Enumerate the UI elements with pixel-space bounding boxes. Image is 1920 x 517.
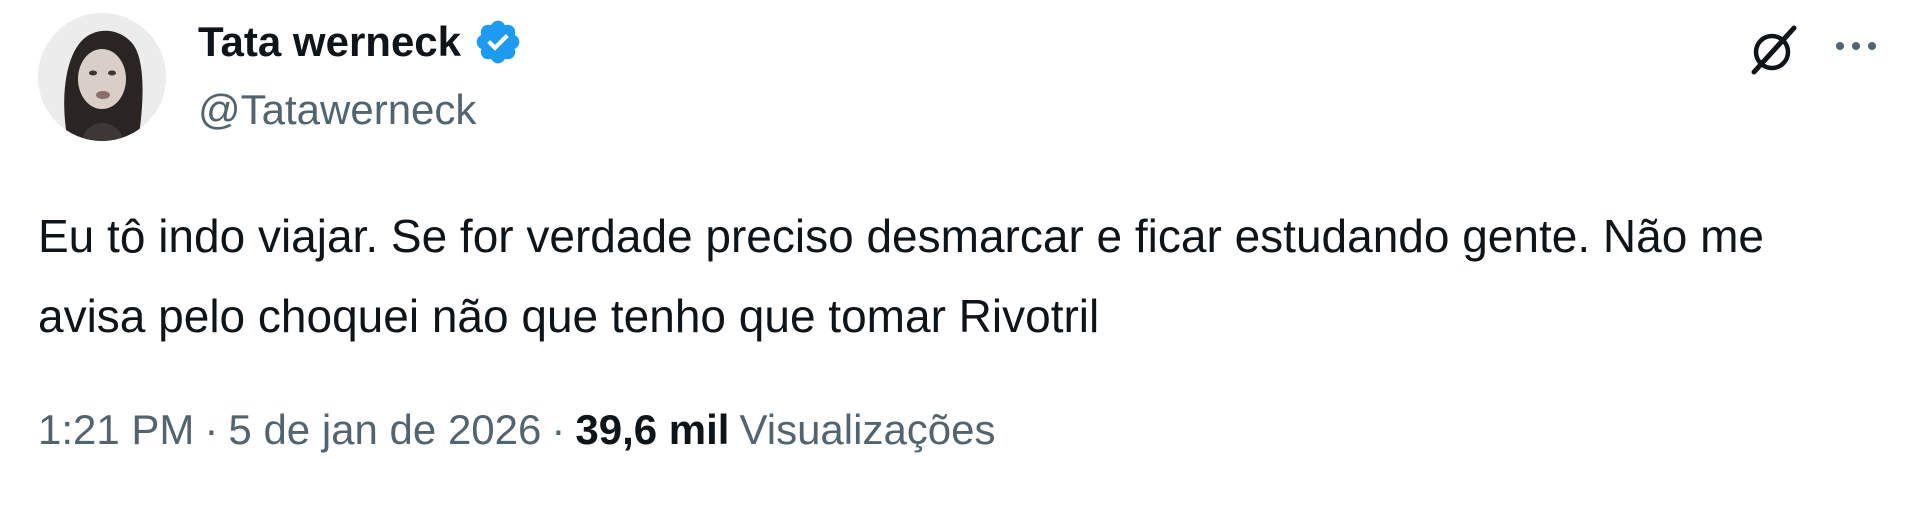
tweet-text: Eu tô indo viajar. Se for verdade precis… xyxy=(38,210,1764,342)
views-count[interactable]: 39,6 mil xyxy=(575,406,729,453)
display-name[interactable]: Tata werneck xyxy=(198,16,461,68)
separator-dot: · xyxy=(551,406,566,453)
separator-dot: · xyxy=(204,406,219,453)
avatar[interactable] xyxy=(38,13,166,141)
views-label: Visualizações xyxy=(739,406,996,453)
display-name-row[interactable]: Tata werneck xyxy=(198,16,523,68)
grok-icon[interactable] xyxy=(1744,20,1804,80)
tweet-card: Tata werneck @Tatawerneck Eu tô indo via… xyxy=(0,0,1920,517)
more-options-icon[interactable] xyxy=(1828,26,1884,66)
tweet-date[interactable]: 5 de jan de 2026 xyxy=(228,406,541,453)
tweet-meta: 1:21 PM · 5 de jan de 2026 · 39,6 mil Visuali… xyxy=(38,402,996,458)
profile-photo-icon xyxy=(38,13,166,141)
verified-badge-icon xyxy=(476,20,520,64)
tweet-time[interactable]: 1:21 PM xyxy=(38,406,194,453)
user-handle[interactable]: @Tatawerneck xyxy=(198,84,476,136)
